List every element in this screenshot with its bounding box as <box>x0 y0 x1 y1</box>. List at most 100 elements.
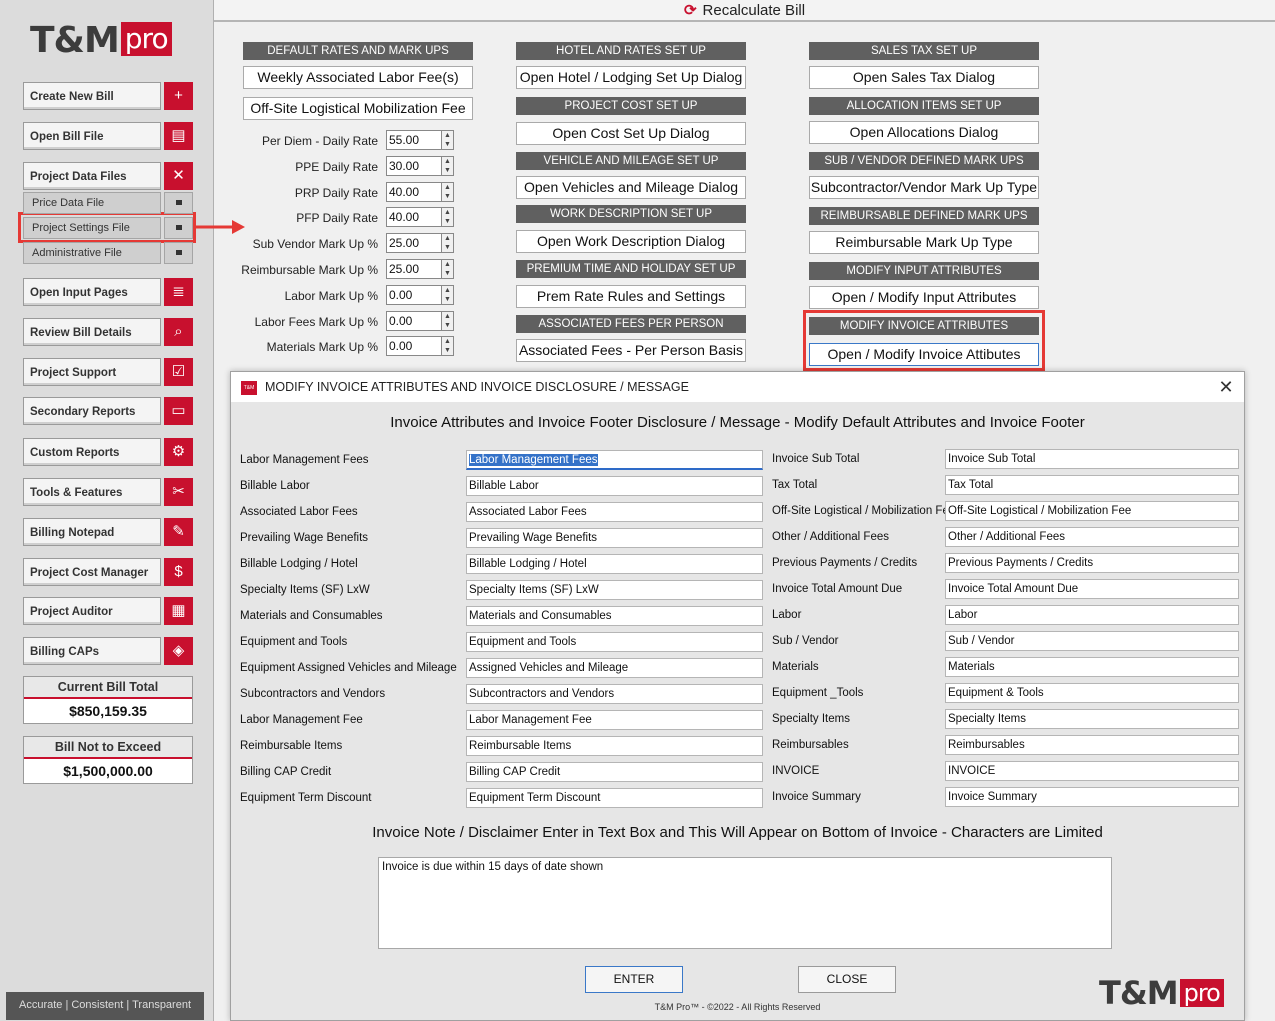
sidebar-secondary-reports-button[interactable]: Secondary Reports <box>23 397 161 425</box>
sidebar-billing-caps-icon[interactable]: ◈ <box>164 637 193 665</box>
left-field-11-input[interactable]: Reimbursable Items <box>466 736 763 756</box>
reimbursable-mark-up-type-button[interactable]: Reimbursable Mark Up Type <box>809 231 1039 254</box>
labor-fees-mark-up-spinner-icon[interactable]: ▲ ▼ <box>441 310 454 331</box>
open-modify-input-attributes-button[interactable]: Open / Modify Input Attributes <box>809 286 1039 309</box>
prp-daily-rate-input[interactable]: 40.00 <box>386 181 442 202</box>
sidebar-billing-notepad-button[interactable]: Billing Notepad <box>23 518 161 546</box>
ppe-daily-rate-spinner-icon[interactable]: ▲ ▼ <box>441 155 454 176</box>
reimbursable-mark-up-spinner-icon[interactable]: ▲ ▼ <box>441 259 454 279</box>
materials-mark-up-spinner-icon[interactable]: ▲ ▼ <box>441 336 454 357</box>
pfp-daily-rate-input[interactable]: 40.00 <box>386 207 442 228</box>
sidebar-project-auditor-icon[interactable]: ▦ <box>164 597 193 625</box>
open-hotel-lodging-set-up-dialog-button[interactable]: Open Hotel / Lodging Set Up Dialog <box>516 66 746 89</box>
right-field-12-input[interactable]: INVOICE <box>945 761 1239 781</box>
left-field-3-input[interactable]: Prevailing Wage Benefits <box>466 528 763 548</box>
right-field-9-input[interactable]: Equipment & Tools <box>945 683 1239 703</box>
enter-button[interactable]: ENTER <box>585 966 683 993</box>
labor-mark-up-input[interactable]: 0.00 <box>386 284 442 305</box>
prem-rate-rules-and-settings-button[interactable]: Prem Rate Rules and Settings <box>516 285 746 308</box>
open-sales-tax-dialog-button[interactable]: Open Sales Tax Dialog <box>809 66 1039 89</box>
sidebar-open-bill-file-icon[interactable]: ▤ <box>164 122 193 150</box>
sidebar-open-bill-file-button[interactable]: Open Bill File <box>23 122 161 150</box>
left-field-12-input[interactable]: Billing CAP Credit <box>466 762 763 782</box>
sidebar-sub-price-data-file[interactable]: Price Data File <box>23 192 161 214</box>
open-work-description-dialog-button[interactable]: Open Work Description Dialog <box>516 230 746 253</box>
sidebar-custom-reports-icon[interactable]: ⚙ <box>164 438 193 466</box>
materials-mark-up-input[interactable]: 0.00 <box>386 336 442 357</box>
sidebar-secondary-reports-icon[interactable]: ▭ <box>164 397 193 425</box>
open-allocations-dialog-button[interactable]: Open Allocations Dialog <box>809 121 1039 144</box>
sidebar-open-input-pages-icon[interactable]: ≣ <box>164 278 193 306</box>
sub-vendor-mark-up-spinner-icon[interactable]: ▲ ▼ <box>441 233 454 254</box>
open-cost-set-up-dialog-button[interactable]: Open Cost Set Up Dialog <box>516 122 746 145</box>
sidebar-billing-caps-button[interactable]: Billing CAPs <box>23 637 161 665</box>
left-field-11-label: Reimbursable Items <box>240 740 343 752</box>
close-icon[interactable]: ✕ <box>1216 372 1236 402</box>
sidebar-custom-reports-button[interactable]: Custom Reports <box>23 438 161 466</box>
left-field-1-input[interactable]: Billable Labor <box>466 476 763 496</box>
left-field-7-input[interactable]: Equipment and Tools <box>466 632 763 652</box>
left-field-10-input[interactable]: Labor Management Fee <box>466 710 763 730</box>
subcontractor-vendor-mark-up-type-button[interactable]: Subcontractor/Vendor Mark Up Type <box>809 176 1039 199</box>
ppe-daily-rate-input[interactable]: 30.00 <box>386 155 442 176</box>
left-field-9-input[interactable]: Subcontractors and Vendors <box>466 684 763 704</box>
sidebar-review-bill-details-icon[interactable]: ⌕ <box>164 318 193 346</box>
sidebar-create-new-bill-button[interactable]: Create New Bill <box>23 82 161 110</box>
per-diem-daily-rate-input[interactable]: 55.00 <box>386 130 442 150</box>
associated-fees-per-person-basis-button[interactable]: Associated Fees - Per Person Basis <box>516 339 746 362</box>
invoice-note-textarea[interactable]: Invoice is due within 15 days of date sh… <box>378 857 1112 949</box>
labor-mark-up-spinner-icon[interactable]: ▲ ▼ <box>441 284 454 305</box>
left-field-2-input[interactable]: Associated Labor Fees <box>466 502 763 522</box>
right-field-0-input[interactable]: Invoice Sub Total <box>945 449 1239 469</box>
labor-fees-mark-up-input[interactable]: 0.00 <box>386 310 442 331</box>
right-field-6-input[interactable]: Labor <box>945 605 1239 625</box>
prp-daily-rate-spinner-icon[interactable]: ▲ ▼ <box>441 181 454 202</box>
offsite-mobilization-fee-button[interactable]: Off-Site Logistical Mobilization Fee <box>243 97 473 120</box>
recalculate-bill-button[interactable]: ⟳ Recalculate Bill <box>214 0 1275 22</box>
sidebar-sub-administrative-file[interactable]: Administrative File <box>23 242 161 264</box>
sidebar-review-bill-details-button[interactable]: Review Bill Details <box>23 318 161 346</box>
close-button[interactable]: CLOSE <box>798 966 896 993</box>
current-bill-total: Current Bill Total $850,159.35 <box>23 676 193 724</box>
sidebar-open-input-pages-button[interactable]: Open Input Pages <box>23 278 161 306</box>
left-field-0-input[interactable]: Labor Management Fees <box>466 450 763 470</box>
sidebar-project-cost-manager-button[interactable]: Project Cost Manager <box>23 558 161 586</box>
right-field-0-label: Invoice Sub Total <box>772 453 860 465</box>
right-field-4-input[interactable]: Previous Payments / Credits <box>945 553 1239 573</box>
sidebar-create-new-bill-icon[interactable]: + <box>164 82 193 110</box>
sidebar-sub-project-settings-file[interactable]: Project Settings File <box>23 217 161 239</box>
sidebar-project-data-files-button[interactable]: Project Data Files <box>23 162 161 190</box>
weekly-labor-fee-button[interactable]: Weekly Associated Labor Fee(s) <box>243 66 473 89</box>
right-field-5-input[interactable]: Invoice Total Amount Due <box>945 579 1239 599</box>
sidebar-project-cost-manager-icon[interactable]: $ <box>164 558 193 586</box>
open-vehicles-and-mileage-dialog-button[interactable]: Open Vehicles and Mileage Dialog <box>516 176 746 199</box>
sidebar-tools-features-icon[interactable]: ✂ <box>164 478 193 506</box>
pfp-daily-rate-spinner-icon[interactable]: ▲ ▼ <box>441 207 454 228</box>
left-field-5-input[interactable]: Specialty Items (SF) LxW <box>466 580 763 600</box>
right-field-13-input[interactable]: Invoice Summary <box>945 787 1239 807</box>
right-field-1-label: Tax Total <box>772 479 818 491</box>
right-field-11-input[interactable]: Reimbursables <box>945 735 1239 755</box>
right-field-7-input[interactable]: Sub / Vendor <box>945 631 1239 651</box>
per-diem-daily-rate-spinner-icon[interactable]: ▲ ▼ <box>441 130 454 150</box>
allocation-items-set-up-header: ALLOCATION ITEMS SET UP <box>809 97 1039 115</box>
left-field-6-input[interactable]: Materials and Consumables <box>466 606 763 626</box>
right-field-2-input[interactable]: Off-Site Logistical / Mobilization Fee <box>945 501 1239 521</box>
sidebar-project-support-icon[interactable]: ☑ <box>164 358 193 386</box>
right-field-10-input[interactable]: Specialty Items <box>945 709 1239 729</box>
invoice-attributes-dialog: T&M MODIFY INVOICE ATTRIBUTES AND INVOICE… <box>230 371 1245 1021</box>
default-rates-header: DEFAULT RATES AND MARK UPS <box>243 42 473 60</box>
right-field-1-input[interactable]: Tax Total <box>945 475 1239 495</box>
sidebar-billing-notepad-icon[interactable]: ✎ <box>164 518 193 546</box>
right-field-3-input[interactable]: Other / Additional Fees <box>945 527 1239 547</box>
sub-vendor-mark-up-input[interactable]: 25.00 <box>386 233 442 254</box>
sidebar-project-auditor-button[interactable]: Project Auditor <box>23 597 161 625</box>
left-field-13-input[interactable]: Equipment Term Discount <box>466 788 763 808</box>
left-field-4-input[interactable]: Billable Lodging / Hotel <box>466 554 763 574</box>
reimbursable-mark-up-input[interactable]: 25.00 <box>386 259 442 279</box>
sidebar-tools-features-button[interactable]: Tools & Features <box>23 478 161 506</box>
left-field-8-input[interactable]: Assigned Vehicles and Mileage <box>466 658 763 678</box>
right-field-8-input[interactable]: Materials <box>945 657 1239 677</box>
sidebar-project-support-button[interactable]: Project Support <box>23 358 161 386</box>
sidebar-project-data-files-icon[interactable]: ✕ <box>164 162 193 190</box>
